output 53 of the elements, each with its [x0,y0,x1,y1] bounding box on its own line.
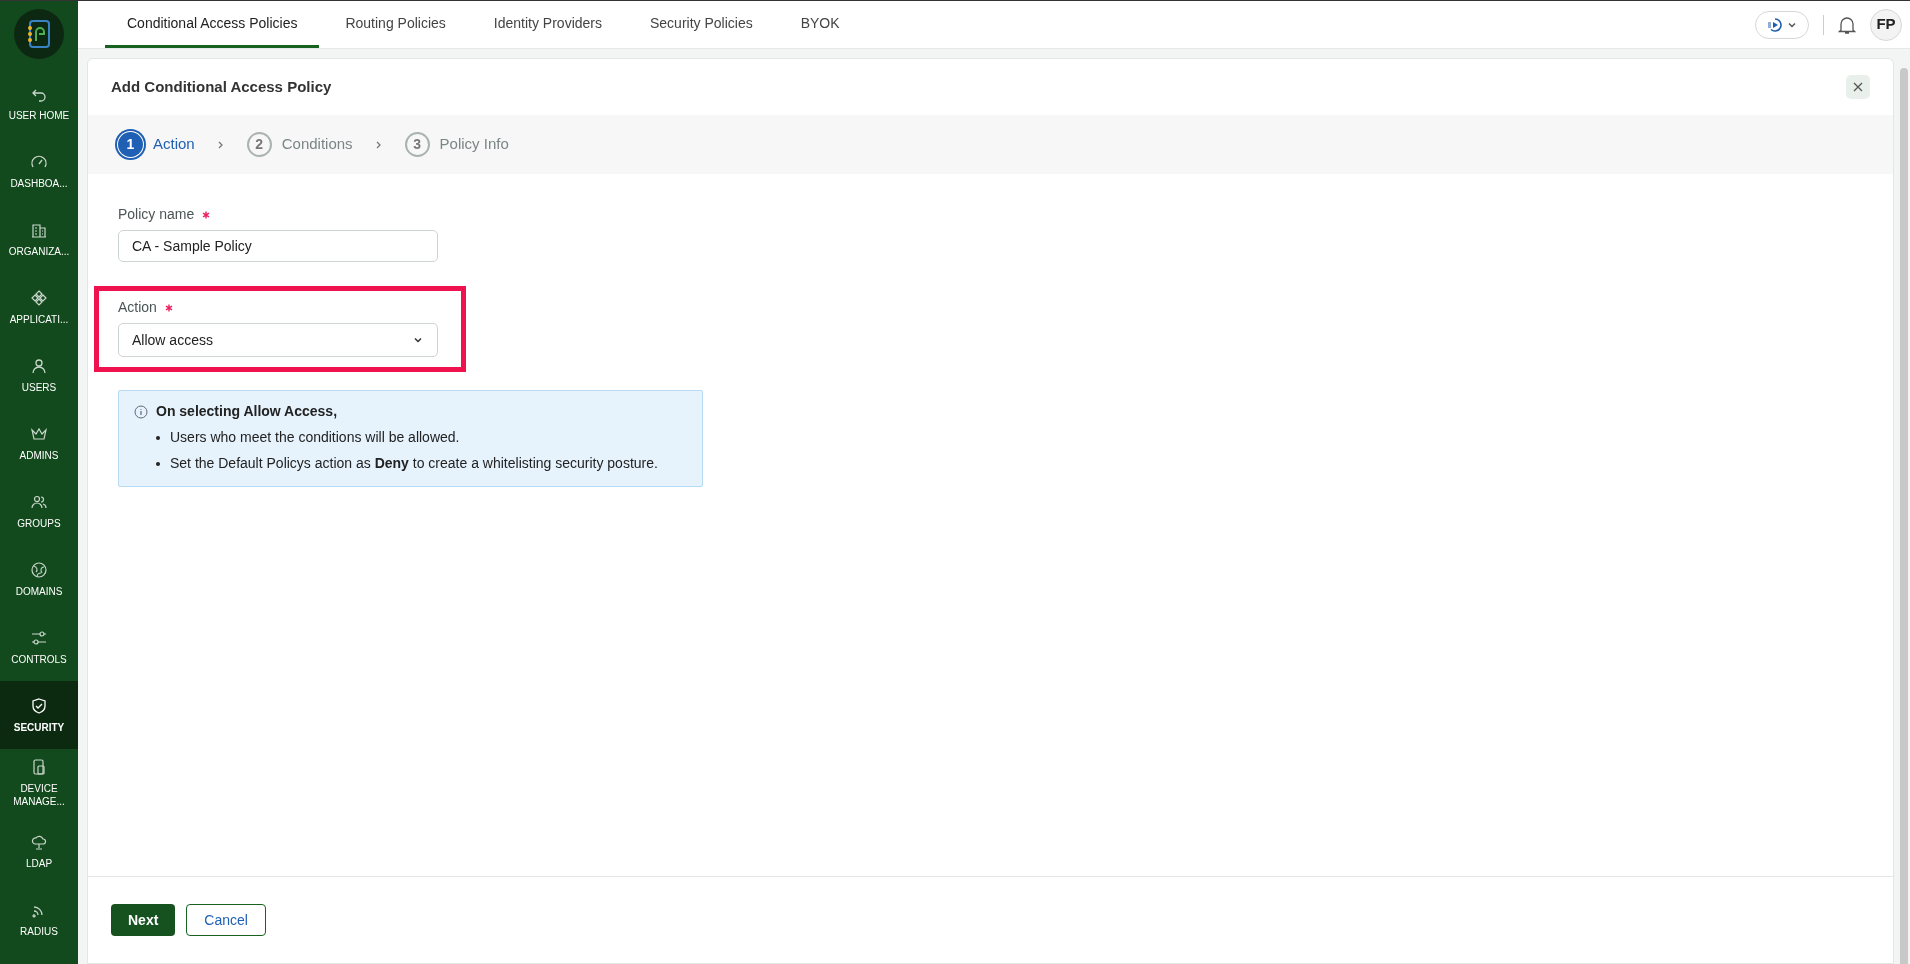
sidebar-item[interactable]: RADIUS [0,885,78,953]
sidebar-item[interactable]: DASHBOA... [0,137,78,205]
next-button[interactable]: Next [111,904,176,936]
step-label[interactable]: Action [153,133,195,156]
logo-icon [26,19,52,49]
sidebar-item[interactable]: ORGANIZA... [0,205,78,273]
sidebar-item[interactable]: CONTROLS [0,613,78,681]
user-icon [30,356,48,375]
nav-tab[interactable]: BYOK [778,1,862,48]
info-text: Users who meet the conditions will be allowed. [170,428,460,447]
step-label[interactable]: Conditions [281,133,353,156]
sidebar-item[interactable]: APPLICATI... [0,273,78,341]
sidebar-item[interactable]: GROUPS [0,477,78,545]
sidebar-item[interactable]: DEVICE MANAGE... [0,749,78,817]
step-label[interactable]: Policy Info [439,133,509,156]
sidebar-item[interactable]: SECURITY [0,681,78,749]
sidebar-item[interactable]: LDAP [0,817,78,885]
sliders-icon [30,628,48,647]
close-button[interactable] [1846,75,1870,99]
sidebar-item[interactable]: USERS [0,341,78,409]
nav-tab[interactable]: Routing Policies [323,1,468,48]
shield-check-icon [30,696,48,715]
step-number: 1 [118,132,143,157]
sidebar-item[interactable]: DOMAINS [0,545,78,613]
info-text: Set the Default Policys action as Deny to create a whitelisting security posture. [170,454,658,473]
devices-icon [30,758,48,776]
nav-tab[interactable]: Security Policies [628,1,775,48]
field-label: Policy name [118,205,195,224]
nav-tab[interactable]: Conditional Access Policies [105,1,320,48]
chevron-right-icon [374,139,383,150]
play-icon [1767,16,1783,33]
step-number: 3 [404,132,430,157]
sidebar-item[interactable]: ADMINS [0,409,78,477]
bell-icon[interactable] [1838,14,1856,35]
sidebar-item[interactable]: USER HOME [0,69,78,137]
scrollbar[interactable] [1900,68,1908,964]
info-title: On selecting Allow Access, [156,402,338,421]
info-icon [134,404,148,419]
step-number: 2 [246,132,272,157]
close-icon [1852,81,1864,93]
bullet-icon [156,435,160,440]
bullet-icon [156,461,160,466]
globe-icon [30,560,48,579]
cancel-button[interactable]: Cancel [186,904,266,936]
diamond-grid-icon [30,288,48,307]
policy-name-field[interactable]: CA - Sample Policy [118,230,438,262]
chevron-right-icon [216,139,225,150]
nav-tab[interactable]: Identity Providers [471,1,624,48]
field-label: Action [118,298,157,317]
panel-title: Add Conditional Access Policy [111,76,332,97]
app-logo[interactable] [14,9,64,59]
user-avatar[interactable]: FP [1870,8,1902,41]
action-dropdown[interactable]: Allow access [118,323,438,357]
